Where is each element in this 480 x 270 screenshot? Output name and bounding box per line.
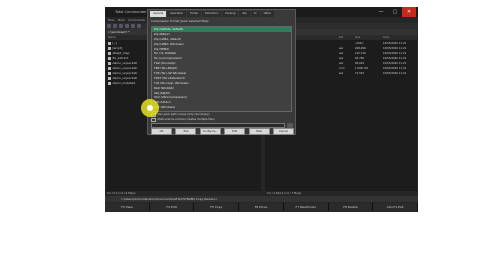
- folder-icon: [108, 47, 111, 50]
- menu-commands[interactable]: Commands: [128, 18, 145, 22]
- edit-button[interactable]: Edit: [224, 128, 246, 135]
- list-item[interactable]: CAB (Windows): [152, 110, 291, 111]
- cancel-button[interactable]: Cancel: [272, 128, 294, 135]
- f6-move-button[interactable]: F6 Move: [239, 203, 284, 211]
- dialog-tabs: General Operation Folder Extraction Pack…: [150, 11, 294, 17]
- checkbox-box[interactable]: [151, 117, 156, 123]
- folder-icon: [108, 42, 111, 45]
- f5-copy-button[interactable]: F5 Copy: [194, 203, 240, 211]
- cursor-dot: [147, 105, 153, 111]
- file-icon: [108, 52, 111, 55]
- dialog-button-row: OK Tree Configure... Edit Help Cancel: [151, 128, 294, 135]
- format-label: Compression format (pack selected files)…: [151, 19, 210, 23]
- tab-packing[interactable]: Packing: [222, 11, 239, 17]
- column-size[interactable]: Size: [355, 35, 360, 40]
- multivolume-checkbox[interactable]: Multi-volume archive (creates multiple f…: [151, 117, 215, 123]
- tab-folder[interactable]: Folder: [187, 11, 202, 17]
- close-button[interactable]: ✕: [402, 7, 416, 17]
- cursor-highlight: [141, 99, 159, 117]
- view-icon[interactable]: [113, 24, 117, 28]
- tab-general[interactable]: General: [150, 11, 167, 17]
- file-icon: [108, 62, 111, 65]
- f8-delete-button[interactable]: F8 Delete: [328, 203, 374, 211]
- list-item[interactable]: demo_installed: [108, 81, 150, 86]
- function-key-bar: F3 View F4 Edit F5 Copy F6 Move F7 NewFo…: [105, 203, 419, 211]
- help-button[interactable]: Help: [248, 128, 270, 135]
- maximize-button[interactable]: ▢: [388, 7, 402, 17]
- command-line[interactable]: c:\Users\Administrator\Documents\GFG\CST…: [105, 196, 418, 202]
- column-name[interactable]: Name: [108, 35, 116, 40]
- tab-other[interactable]: Other: [260, 11, 274, 17]
- pack-path-checkbox[interactable]: Also pack path names (only recursively): [151, 112, 210, 118]
- tab-7z[interactable]: 7z: [250, 11, 260, 17]
- ok-button[interactable]: OK: [151, 128, 172, 135]
- f7-newfolder-button[interactable]: F7 NewFolder: [283, 203, 329, 211]
- f4-edit-button[interactable]: F4 Edit: [149, 203, 195, 211]
- copy-icon[interactable]: [119, 24, 123, 28]
- file-icon: [108, 67, 111, 70]
- configure-button[interactable]: Configure...: [199, 128, 221, 135]
- file-icon: [108, 82, 111, 85]
- pack-icon[interactable]: [125, 24, 129, 28]
- refresh-icon[interactable]: [107, 24, 111, 28]
- column-ext[interactable]: Ext: [339, 35, 343, 40]
- left-file-list: [..] [arcjd] dbapt_map fix_extract demo_…: [108, 41, 150, 86]
- search-icon[interactable]: [137, 24, 141, 28]
- f3-view-button[interactable]: F3 View: [105, 203, 150, 211]
- menu-files[interactable]: Files: [108, 18, 115, 22]
- file-icon: [108, 57, 111, 60]
- tree-button[interactable]: Tree: [175, 128, 197, 135]
- tab-operation[interactable]: Operation: [167, 11, 187, 17]
- unpack-icon[interactable]: [131, 24, 135, 28]
- pack-files-dialog: General Operation Folder Extraction Pack…: [147, 9, 296, 135]
- minimize-button[interactable]: —: [374, 7, 388, 17]
- tab-zip[interactable]: Zip: [239, 11, 250, 17]
- menu-mark[interactable]: Mark: [118, 18, 125, 22]
- exit-button[interactable]: Alt+F4 Exit: [373, 203, 419, 211]
- file-icon: [108, 77, 111, 80]
- tab-extraction[interactable]: Extraction: [202, 11, 222, 17]
- column-date[interactable]: Date: [383, 35, 389, 40]
- format-listbox[interactable]: Zip (Deflate, default) Zip (BZip2) Zip (LZ…: [151, 26, 292, 112]
- file-icon: [108, 72, 111, 75]
